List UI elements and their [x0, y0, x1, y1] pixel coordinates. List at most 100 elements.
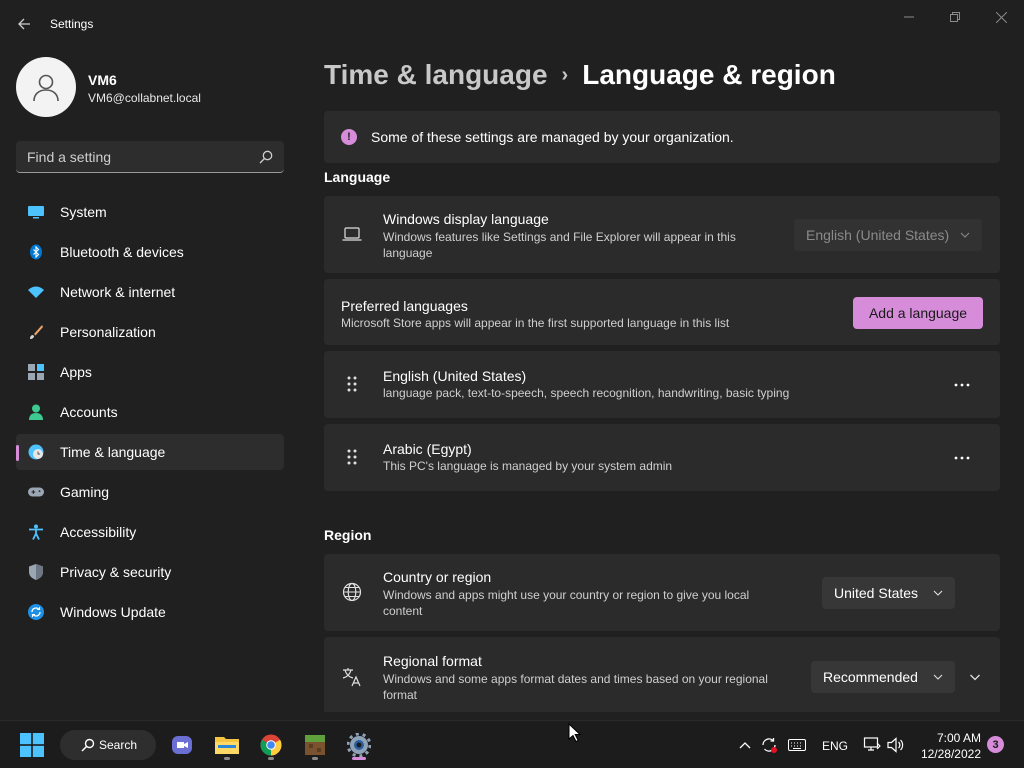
file-explorer-icon[interactable] [211, 729, 243, 761]
language-detail: This PC's language is managed by your sy… [383, 459, 673, 473]
start-button[interactable] [16, 729, 48, 761]
preferred-languages-description: Microsoft Store apps will appear in the … [341, 316, 730, 330]
sidebar-item-label: Network & internet [60, 284, 176, 300]
sidebar-item-label: Personalization [60, 324, 156, 340]
sidebar-item-label: Gaming [60, 484, 110, 500]
sidebar-item-label: Windows Update [60, 604, 166, 620]
display-language-value: English (United States) [806, 227, 950, 243]
running-indicator [268, 757, 274, 760]
avatar[interactable] [16, 57, 76, 117]
regional-format-card[interactable]: Regional format Windows and some apps fo… [324, 637, 1000, 712]
sidebar-item-label: Accounts [60, 404, 118, 420]
drag-handle-icon[interactable] [342, 374, 362, 394]
regional-format-dropdown[interactable]: Recommended [811, 661, 955, 693]
language-name: Arabic (Egypt) [383, 441, 472, 457]
drag-handle-icon[interactable] [342, 447, 362, 467]
user-name: VM6 [88, 72, 117, 88]
sidebar-item-privacy[interactable]: Privacy & security [16, 554, 284, 590]
language-item-arabic[interactable]: Arabic (Egypt) This PC's language is man… [324, 424, 1000, 491]
taskbar-search-button[interactable]: Search [60, 730, 156, 760]
windows-logo-icon [20, 733, 44, 757]
restore-button[interactable] [940, 8, 970, 26]
system-icon [28, 204, 44, 220]
search-input[interactable]: Find a setting [16, 141, 284, 173]
sidebar-item-label: Accessibility [60, 524, 137, 540]
country-region-card: Country or region Windows and apps might… [324, 554, 1000, 631]
shield-icon [28, 564, 44, 580]
sidebar-item-gaming[interactable]: Gaming [16, 474, 284, 510]
back-button[interactable] [12, 12, 36, 36]
breadcrumb: Time & language › Language & region [324, 59, 836, 91]
minimize-button[interactable] [894, 8, 924, 26]
more-options-icon[interactable] [946, 369, 978, 401]
regional-format-description: Windows and some apps format dates and t… [383, 672, 768, 702]
show-hidden-icons-chevron-icon[interactable] [735, 735, 755, 755]
settings-icon[interactable] [343, 729, 375, 761]
notification-badge[interactable]: 3 [987, 736, 1004, 753]
sidebar-item-system[interactable]: System [16, 194, 284, 230]
sidebar-item-accessibility[interactable]: Accessibility [16, 514, 284, 550]
sidebar-item-label: Bluetooth & devices [60, 244, 184, 260]
display-language-dropdown[interactable]: English (United States) [794, 219, 982, 251]
active-indicator [352, 757, 366, 760]
chrome-icon[interactable] [255, 729, 287, 761]
sidebar-item-accounts[interactable]: Accounts [16, 394, 284, 430]
teams-icon[interactable] [166, 729, 198, 761]
search-placeholder: Find a setting [27, 149, 112, 165]
display-language-description: Windows features like Settings and File … [383, 230, 736, 260]
sidebar-item-windows-update[interactable]: Windows Update [16, 594, 284, 630]
wifi-icon [28, 284, 44, 300]
sync-icon[interactable] [759, 735, 779, 755]
search-icon [259, 150, 273, 164]
keyboard-icon[interactable] [787, 735, 807, 755]
taskbar-search-label: Search [99, 738, 138, 752]
expand-chevron-icon[interactable] [961, 663, 989, 691]
sidebar-item-network[interactable]: Network & internet [16, 274, 284, 310]
title-bar: Settings [0, 0, 1024, 48]
clock-date[interactable]: 12/28/2022 [921, 747, 981, 761]
close-button[interactable] [986, 8, 1016, 26]
running-indicator [312, 757, 318, 760]
more-options-icon[interactable] [946, 442, 978, 474]
volume-icon[interactable] [886, 735, 906, 755]
info-bar: ! Some of these settings are managed by … [324, 111, 1000, 163]
back-arrow-icon [18, 18, 30, 30]
sidebar-item-time-language[interactable]: Time & language [16, 434, 284, 470]
search-icon [81, 738, 95, 752]
sidebar-item-apps[interactable]: Apps [16, 354, 284, 390]
add-language-button[interactable]: Add a language [853, 297, 983, 329]
input-language-indicator[interactable]: ENG [822, 739, 848, 753]
taskbar: Search ENG 7:00 AM 12/28/2022 3 [0, 720, 1024, 768]
preferred-languages-card: Preferred languages Microsoft Store apps… [324, 279, 1000, 345]
sidebar-item-personalization[interactable]: Personalization [16, 314, 284, 350]
sidebar: VM6 VM6@collabnet.local Find a setting S… [0, 48, 300, 712]
user-email: VM6@collabnet.local [88, 91, 201, 105]
sidebar-nav: System Bluetooth & devices Network & int… [16, 194, 284, 634]
globe-icon [342, 582, 362, 602]
language-detail: language pack, text-to-speech, speech re… [383, 386, 790, 400]
country-region-value: United States [834, 585, 919, 601]
chevron-down-icon [933, 590, 943, 596]
restore-icon [950, 12, 960, 22]
minimize-icon [904, 16, 914, 18]
country-region-dropdown[interactable]: United States [822, 577, 955, 609]
info-icon: ! [341, 129, 357, 145]
regional-format-value: Recommended [823, 669, 918, 685]
regional-format-icon [342, 667, 362, 687]
app-title: Settings [50, 17, 94, 31]
user-icon [33, 74, 59, 102]
breadcrumb-parent[interactable]: Time & language [324, 59, 548, 90]
language-item-english[interactable]: English (United States) language pack, t… [324, 351, 1000, 418]
info-bar-text: Some of these settings are managed by yo… [371, 129, 734, 145]
minecraft-icon[interactable] [299, 729, 331, 761]
bluetooth-icon [28, 244, 44, 260]
clock-time[interactable]: 7:00 AM [937, 731, 981, 745]
sidebar-item-bluetooth[interactable]: Bluetooth & devices [16, 234, 284, 270]
person-icon [28, 404, 44, 420]
region-section-title: Region [324, 527, 372, 543]
clock-globe-icon [28, 444, 44, 460]
display-language-title: Windows display language [383, 211, 549, 227]
network-icon[interactable] [862, 735, 882, 755]
country-region-description: Windows and apps might use your country … [383, 588, 750, 618]
language-name: English (United States) [383, 368, 527, 384]
